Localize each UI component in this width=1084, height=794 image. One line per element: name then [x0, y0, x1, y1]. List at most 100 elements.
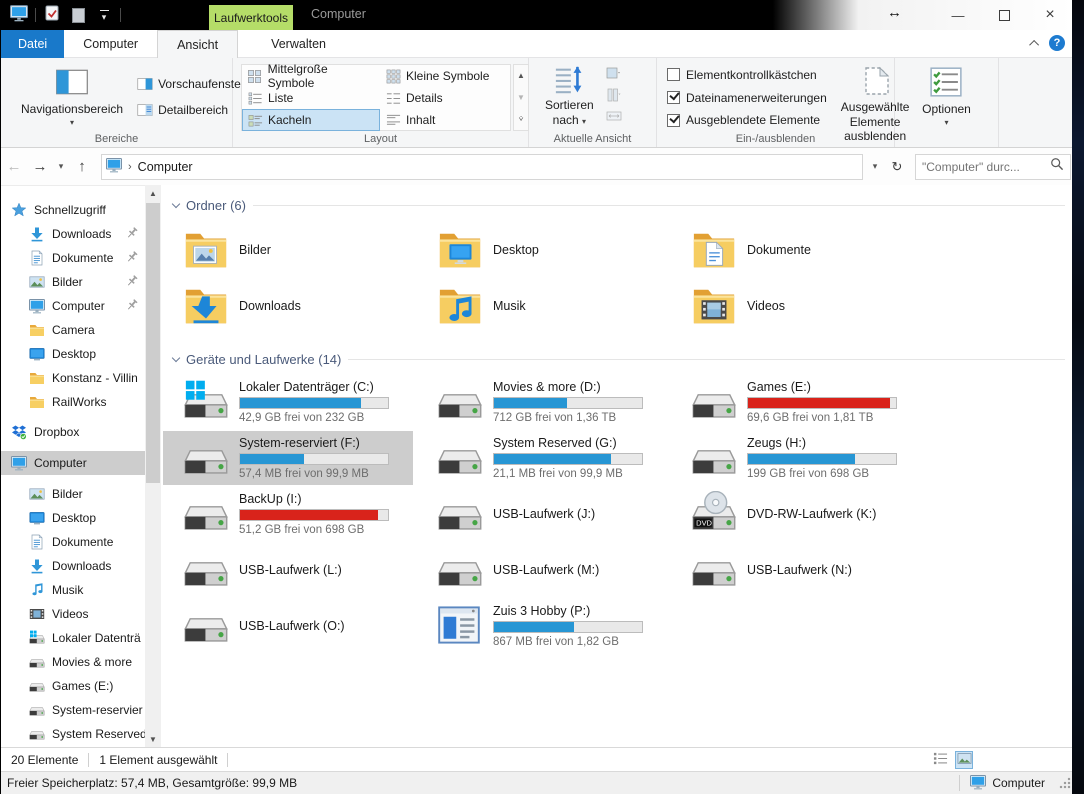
breadcrumb[interactable]: Computer: [138, 160, 193, 174]
section-header-folders[interactable]: Ordner (6): [171, 195, 1065, 215]
gallery-scrollbar[interactable]: ▲ ▼ ⩒: [513, 64, 529, 131]
collapse-section-icon[interactable]: [171, 353, 181, 362]
navigation-pane-button[interactable]: Navigationsbereich ▾: [15, 62, 129, 131]
drive-tile-usb-laufwerk-j-[interactable]: USB-Laufwerk (J:): [417, 487, 667, 541]
group-by-icon[interactable]: [606, 66, 622, 82]
context-tab-header[interactable]: Laufwerktools: [209, 5, 293, 30]
layout-option-mittelgro-e-symbole[interactable]: Mittelgroße Symbole: [242, 62, 380, 90]
sidebar-item-bilder[interactable]: Bilder: [1, 482, 145, 506]
details-view-icon[interactable]: [931, 751, 949, 769]
close-button[interactable]: ×: [1027, 0, 1073, 30]
drive-tile-system-reserved-g-[interactable]: System Reserved (G:) 21,1 MB frei von 99,…: [417, 431, 667, 485]
resize-grip[interactable]: [1059, 777, 1071, 789]
customize-qat-icon[interactable]: ▾: [94, 5, 114, 25]
search-icon[interactable]: [1050, 157, 1064, 176]
drive-tile-zuis-3-hobby-p-[interactable]: Zuis 3 Hobby (P:) 867 MB frei von 1,82 GB: [417, 599, 667, 653]
tab-ansicht[interactable]: Ansicht: [157, 30, 239, 58]
sidebar-item-videos[interactable]: Videos: [1, 602, 145, 626]
maximize-button[interactable]: [981, 0, 1027, 30]
drive-tile-usb-laufwerk-m-[interactable]: USB-Laufwerk (M:): [417, 543, 667, 597]
sidebar-item-musik[interactable]: Musik: [1, 578, 145, 602]
search-box[interactable]: [915, 153, 1071, 180]
drive-tile-dvd-rw-laufwerk-k-[interactable]: DVD DVD-RW-Laufwerk (K:): [671, 487, 921, 541]
scrollbar-thumb[interactable]: [146, 203, 160, 483]
sidebar-item-desktop[interactable]: Desktop: [1, 506, 145, 530]
resize-cursor: ↔: [887, 4, 902, 21]
layout-option-details[interactable]: Details: [380, 87, 510, 109]
checkbox-elementkontrollk-stchen[interactable]: Elementkontrollkästchen: [667, 64, 827, 86]
layout-option-inhalt[interactable]: Inhalt: [380, 109, 510, 131]
history-dropdown-icon[interactable]: ▾: [53, 161, 69, 172]
layout-option-liste[interactable]: Liste: [242, 87, 380, 109]
sidebar-item-lokaler-datentr-[interactable]: Lokaler Datenträ: [1, 626, 145, 650]
drive-tile-movies-more-d-[interactable]: Movies & more (D:) 712 GB frei von 1,36 T…: [417, 375, 667, 429]
drive-tile-lokaler-datentr-ger-c-[interactable]: Lokaler Datenträger (C:) 42,9 GB frei von…: [163, 375, 413, 429]
up-icon[interactable]: ↑: [69, 158, 95, 175]
address-dropdown-icon[interactable]: ▾: [865, 161, 885, 172]
tab-datei[interactable]: Datei: [1, 30, 65, 58]
scroll-up-icon[interactable]: ▲: [145, 185, 161, 201]
sidebar-item-computer[interactable]: Computer: [1, 451, 145, 475]
sidebar-item-railworks[interactable]: RailWorks: [1, 390, 145, 414]
sidebar-item-dokumente[interactable]: Dokumente: [1, 530, 145, 554]
sidebar-item-computer[interactable]: Computer: [1, 294, 145, 318]
folder-tile-musik[interactable]: Musik: [417, 279, 667, 333]
drive-tile-backup-i-[interactable]: BackUp (I:) 51,2 GB frei von 698 GB: [163, 487, 413, 541]
sidebar-item-dropbox[interactable]: Dropbox: [1, 420, 145, 444]
folder-tile-dokumente[interactable]: Dokumente: [671, 223, 921, 277]
sidebar-item-games-e-[interactable]: Games (E:): [1, 674, 145, 698]
properties-icon[interactable]: [42, 5, 62, 25]
sidebar-item-camera[interactable]: Camera: [1, 318, 145, 342]
refresh-icon[interactable]: ↻: [887, 159, 907, 175]
help-icon[interactable]: ?: [1049, 35, 1065, 51]
thumbnails-view-icon[interactable]: [955, 751, 973, 769]
tab-verwalten[interactable]: Verwalten: [252, 30, 345, 58]
drive-tile-usb-laufwerk-l-[interactable]: USB-Laufwerk (L:): [163, 543, 413, 597]
sidebar-scrollbar[interactable]: ▲ ▼: [145, 185, 161, 747]
checkbox-icon[interactable]: [667, 113, 680, 127]
download-icon: [29, 226, 45, 242]
preview-pane-button[interactable]: Vorschaufenster: [133, 73, 249, 95]
sidebar-item-desktop[interactable]: Desktop: [1, 342, 145, 366]
checkbox-icon[interactable]: [667, 91, 680, 104]
drive-tile-zeugs-h-[interactable]: Zeugs (H:) 199 GB frei von 698 GB: [671, 431, 921, 485]
drive-tile-system-reserviert-f-[interactable]: System-reserviert (F:) 57,4 MB frei von 9…: [163, 431, 413, 485]
folder-tile-downloads[interactable]: Downloads: [163, 279, 413, 333]
drive-tile-usb-laufwerk-n-[interactable]: USB-Laufwerk (N:): [671, 543, 921, 597]
checkbox-dateinamenerweiterungen[interactable]: Dateinamenerweiterungen: [667, 87, 827, 109]
search-input[interactable]: [922, 159, 1050, 174]
checkbox-icon[interactable]: [667, 68, 680, 82]
sidebar-item-schnellzugriff[interactable]: Schnellzugriff: [1, 198, 145, 222]
folder-tile-videos[interactable]: Videos: [671, 279, 921, 333]
scroll-down-icon[interactable]: ▼: [145, 731, 161, 747]
folder-tile-desktop[interactable]: Desktop: [417, 223, 667, 277]
layout-option-kleine-symbole[interactable]: Kleine Symbole: [380, 65, 510, 87]
sidebar-item-system-reserved[interactable]: System Reserved: [1, 722, 145, 746]
forward-icon[interactable]: →: [27, 158, 53, 175]
layout-option-kacheln[interactable]: Kacheln: [242, 109, 380, 131]
new-folder-icon[interactable]: [68, 5, 88, 25]
details-pane-button[interactable]: Detailbereich: [133, 99, 249, 121]
sidebar-item-downloads[interactable]: Downloads: [1, 554, 145, 578]
options-button[interactable]: Optionen ▾: [916, 62, 977, 131]
computer-icon[interactable]: [9, 4, 29, 25]
add-columns-icon[interactable]: [606, 87, 622, 103]
section-header-drives[interactable]: Geräte und Laufwerke (14): [171, 349, 1065, 369]
drive-tile-games-e-[interactable]: Games (E:) 69,6 GB frei von 1,81 TB: [671, 375, 921, 429]
sidebar-item-system-reservier[interactable]: System-reservier: [1, 698, 145, 722]
size-columns-icon[interactable]: [606, 108, 622, 124]
sidebar-item-movies-more[interactable]: Movies & more: [1, 650, 145, 674]
tab-computer[interactable]: Computer: [64, 30, 157, 58]
address-bar[interactable]: › Computer: [101, 153, 863, 180]
collapse-section-icon[interactable]: [171, 199, 181, 208]
sort-by-button[interactable]: Sortieren nach ▾: [539, 62, 600, 131]
sidebar-item-dokumente[interactable]: Dokumente: [1, 246, 145, 270]
checkbox-ausgeblendete-elemente[interactable]: Ausgeblendete Elemente: [667, 109, 827, 131]
folder-tile-bilder[interactable]: Bilder: [163, 223, 413, 277]
minimize-button[interactable]: —: [935, 0, 981, 30]
sidebar-item-konstanz-villin[interactable]: Konstanz - Villin: [1, 366, 145, 390]
back-icon[interactable]: ←: [1, 158, 27, 175]
drive-tile-usb-laufwerk-o-[interactable]: USB-Laufwerk (O:): [163, 599, 413, 653]
sidebar-item-downloads[interactable]: Downloads: [1, 222, 145, 246]
sidebar-item-bilder[interactable]: Bilder: [1, 270, 145, 294]
